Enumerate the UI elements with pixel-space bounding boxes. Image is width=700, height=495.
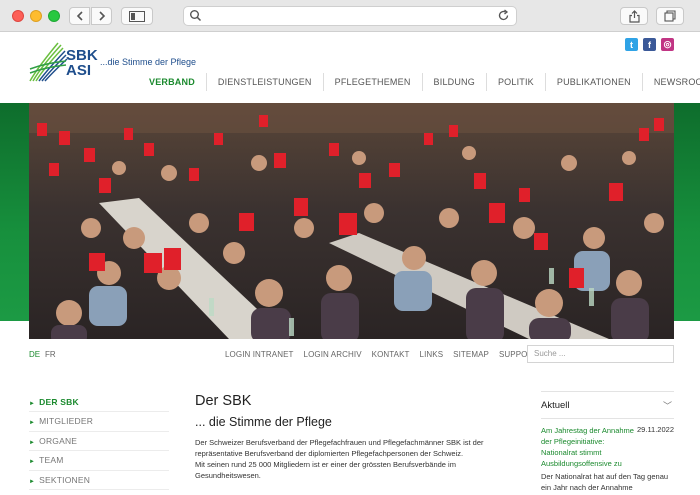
hero-photo — [29, 103, 674, 339]
language-de[interactable]: DE — [29, 350, 40, 359]
login-archiv-link[interactable]: LOGIN ARCHIV — [304, 350, 362, 359]
subnav-item-team[interactable]: ► TEAM — [29, 451, 169, 471]
subnav-item-der-sbk[interactable]: ► DER SBK — [29, 393, 169, 413]
nav-item-pflegethemen[interactable]: PFLEGETHEMEN — [322, 73, 422, 91]
logo-asi-text: ASI — [66, 62, 92, 79]
tagline: ...die Stimme der Pflege — [100, 57, 197, 67]
subnav-label: TEAM — [39, 455, 64, 466]
nav-item-dienstleistungen[interactable]: DIENSTLEISTUNGEN — [205, 73, 323, 91]
news-heading: Aktuell — [541, 400, 570, 411]
chevron-down-icon[interactable]: ﹀ — [663, 392, 672, 420]
nav-item-bildung[interactable]: BILDUNG — [421, 73, 486, 91]
kontakt-link[interactable]: KONTAKT — [372, 350, 410, 359]
instagram-icon[interactable]: ◎ — [661, 38, 674, 51]
nav-item-publikationen[interactable]: PUBLIKATIONEN — [544, 73, 642, 91]
intro-sentence-2: Mit seinen rund 25 000 Mitgliedern ist e… — [195, 460, 456, 480]
subnav-label: SEKTIONEN — [39, 474, 91, 485]
logo-sbk-text: SBK — [66, 47, 98, 64]
intro-sentence-1: Der Schweizer Berufsverband der Pflegefa… — [195, 438, 484, 458]
section-subnav: ► DER SBK ► MITGLIEDER ► ORGANE ► TEAM ► SEKT… — [29, 393, 169, 490]
intro-paragraph: Der Schweizer Berufsverband der Pflegefa… — [195, 437, 510, 481]
back-button[interactable] — [69, 7, 90, 25]
page-title: Der SBK — [195, 393, 252, 409]
news-date: 29.11.2022 — [637, 425, 674, 434]
subnav-label: MITGLIEDER — [39, 416, 94, 427]
search-icon — [190, 10, 202, 22]
zoom-window-button[interactable] — [48, 10, 60, 22]
nav-item-verband[interactable]: VERBAND — [138, 73, 206, 91]
main-content: Der SBK ... die Stimme der Pflege Der Sc… — [195, 392, 510, 481]
utility-links: LOGIN INTRANET LOGIN ARCHIV KONTAKT LINK… — [225, 350, 548, 359]
reload-icon[interactable] — [497, 9, 510, 22]
twitter-icon[interactable]: t — [625, 38, 638, 51]
share-button[interactable] — [620, 7, 648, 25]
browser-toolbar — [0, 0, 700, 32]
back-icon — [76, 11, 83, 21]
tabs-icon — [664, 10, 676, 22]
share-icon — [628, 9, 640, 23]
facebook-icon[interactable]: f — [643, 38, 656, 51]
search-input[interactable]: Suche ... — [527, 345, 674, 363]
sitemap-link[interactable]: SITEMAP — [453, 350, 489, 359]
forward-icon — [98, 11, 105, 21]
arrow-right-icon: ► — [29, 401, 36, 407]
forward-button[interactable] — [91, 7, 112, 25]
subnav-label: DER SBK — [39, 397, 79, 407]
assembly-voting-image — [29, 103, 674, 339]
minimize-window-button[interactable] — [30, 10, 42, 22]
nav-item-newsroom[interactable]: NEWSROOM — [641, 73, 700, 91]
subnav-item-mitglieder[interactable]: ► MITGLIEDER — [29, 412, 169, 432]
sidebar-toggle-button[interactable] — [121, 7, 153, 25]
close-window-button[interactable] — [12, 10, 24, 22]
address-bar[interactable] — [183, 6, 517, 26]
login-intranet-link[interactable]: LOGIN INTRANET — [225, 350, 294, 359]
news-header[interactable]: Aktuell ﹀ — [541, 391, 674, 419]
nav-item-politik[interactable]: POLITIK — [485, 73, 545, 91]
links-link[interactable]: LINKS — [420, 350, 444, 359]
news-panel: Aktuell ﹀ 29.11.2022 Am Jahrestag der An… — [541, 391, 674, 493]
arrow-right-icon: ► — [29, 459, 36, 466]
main-navigation: VERBAND DIENSTLEISTUNGEN PFLEGETHEMEN BI… — [138, 72, 700, 92]
tabs-overview-button[interactable] — [656, 7, 684, 25]
subnav-label: ORGANE — [39, 435, 78, 446]
language-fr[interactable]: FR — [45, 350, 56, 359]
news-title-link[interactable]: Am Jahrestag der Annahme der Pflegeiniti… — [541, 425, 636, 469]
subnav-item-organe[interactable]: ► ORGANE — [29, 432, 169, 452]
subnav-item-sektionen[interactable]: ► SEKTIONEN — [29, 471, 169, 490]
arrow-right-icon: ► — [29, 439, 36, 446]
arrow-right-icon: ► — [29, 420, 36, 427]
page-subtitle: ... die Stimme der Pflege — [195, 415, 332, 429]
arrow-right-icon: ► — [29, 478, 36, 485]
sidebar-icon — [129, 10, 145, 22]
news-teaser: Der Nationalrat hat auf den Tag genau ei… — [541, 472, 669, 492]
